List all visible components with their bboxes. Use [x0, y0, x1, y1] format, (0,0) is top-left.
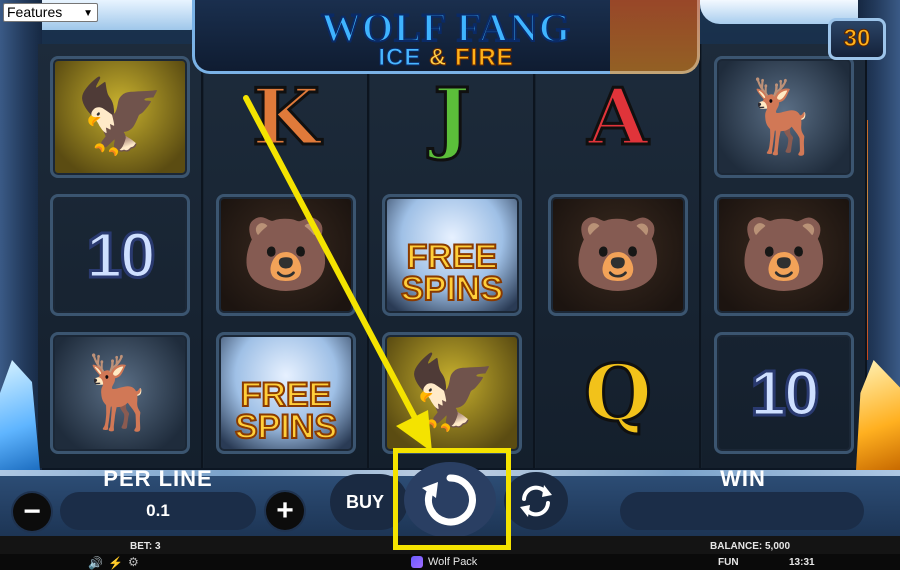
- win-value: [620, 492, 864, 530]
- reel-symbol-glyph: J: [432, 70, 472, 164]
- chevron-down-icon: ▼: [83, 8, 93, 19]
- reel-symbol-glyph: 🐻: [573, 215, 663, 295]
- features-dropdown[interactable]: Features ▼: [3, 3, 98, 22]
- paylines-badge: 30: [828, 18, 886, 60]
- reel-symbol-glyph: 🦅: [75, 77, 165, 157]
- game-logo: WOLF FANG ICE & FIRE: [192, 0, 700, 74]
- reel-symbol-glyph: 🐻: [739, 215, 829, 295]
- decrease-bet-button[interactable]: −: [13, 493, 51, 531]
- autospin-icon: [520, 485, 552, 517]
- buy-feature-button[interactable]: BUY: [330, 474, 408, 530]
- reel-symbol-glyph: K: [251, 70, 322, 164]
- per-line-value: 0.1: [60, 492, 256, 530]
- sound-icon[interactable]: 🔊: [88, 556, 103, 570]
- autospin-button[interactable]: [504, 472, 568, 530]
- reel-symbol-bear: 🐻: [216, 194, 356, 316]
- reel-symbol-glyph: FREE SPINS: [400, 238, 504, 308]
- reel-symbol-glyph: 🐻: [241, 215, 331, 295]
- clock: 13:31: [789, 557, 815, 568]
- reel-symbol-glyph: FREE SPINS: [234, 376, 338, 446]
- reel-symbol-ace: A: [548, 56, 688, 178]
- reel-symbol-hawk: 🦅: [50, 56, 190, 178]
- reel-symbol-queen: Q: [548, 332, 688, 454]
- reel-symbol-bear: 🐻: [548, 194, 688, 316]
- reel-symbol-jack: J: [382, 56, 522, 178]
- reel-symbol-glyph: 🦌: [739, 77, 829, 157]
- per-line-label: PER LINE: [103, 466, 213, 491]
- subtitle-ampersand: &: [428, 44, 448, 72]
- reel-symbol-free-spins: FREE SPINS: [382, 194, 522, 316]
- reel-grid: 🦅 10 🦌 K 🐻 FREE SPINS J FREE SPINS 🦅 A 🐻 Q 🦌 🐻 10: [38, 44, 867, 468]
- subtitle-ice: ICE: [378, 44, 422, 72]
- provider-brand: Wolf Pack: [411, 556, 477, 568]
- win-label: WIN: [720, 466, 766, 491]
- reel-symbol-ten: 10: [714, 332, 854, 454]
- features-dropdown-value: Features: [7, 4, 63, 20]
- reel-symbol-glyph: 🦌: [75, 353, 165, 433]
- balance: BALANCE: 5,000: [710, 541, 791, 552]
- game-stage: 🦅 10 🦌 K 🐻 FREE SPINS J FREE SPINS 🦅 A 🐻 Q 🦌 🐻 10 WOLF…: [0, 0, 900, 570]
- total-bet: BET: 3: [130, 541, 161, 552]
- subtitle-fire: FIRE: [455, 44, 514, 72]
- spin-button[interactable]: [404, 462, 496, 538]
- reel-symbol-glyph: Q: [583, 346, 654, 440]
- reel-symbol-bear: 🐻: [714, 194, 854, 316]
- brand-logo-icon: [411, 556, 423, 568]
- spin-icon: [422, 474, 476, 526]
- reel-symbol-glyph: 🦅: [407, 353, 497, 433]
- game-mode: FUN: [718, 557, 739, 568]
- reel-symbol-ten: 10: [50, 194, 190, 316]
- reel-symbol-deer: 🦌: [714, 56, 854, 178]
- increase-bet-button[interactable]: +: [266, 492, 304, 530]
- brand-name: Wolf Pack: [428, 556, 478, 568]
- reel-symbol-hawk: 🦅: [382, 332, 522, 454]
- reel-symbol-glyph: 10: [85, 218, 157, 293]
- reel-symbol-free-spins: FREE SPINS: [216, 332, 356, 454]
- reel-symbol-glyph: 10: [749, 356, 821, 431]
- reel-symbol-king: K: [216, 56, 356, 178]
- settings-icon[interactable]: ⚙: [128, 555, 139, 569]
- turbo-icon[interactable]: ⚡: [108, 556, 123, 570]
- reel-symbol-glyph: A: [586, 70, 650, 164]
- game-subtitle: ICE & FIRE: [195, 44, 697, 72]
- reel-symbol-deer: 🦌: [50, 332, 190, 454]
